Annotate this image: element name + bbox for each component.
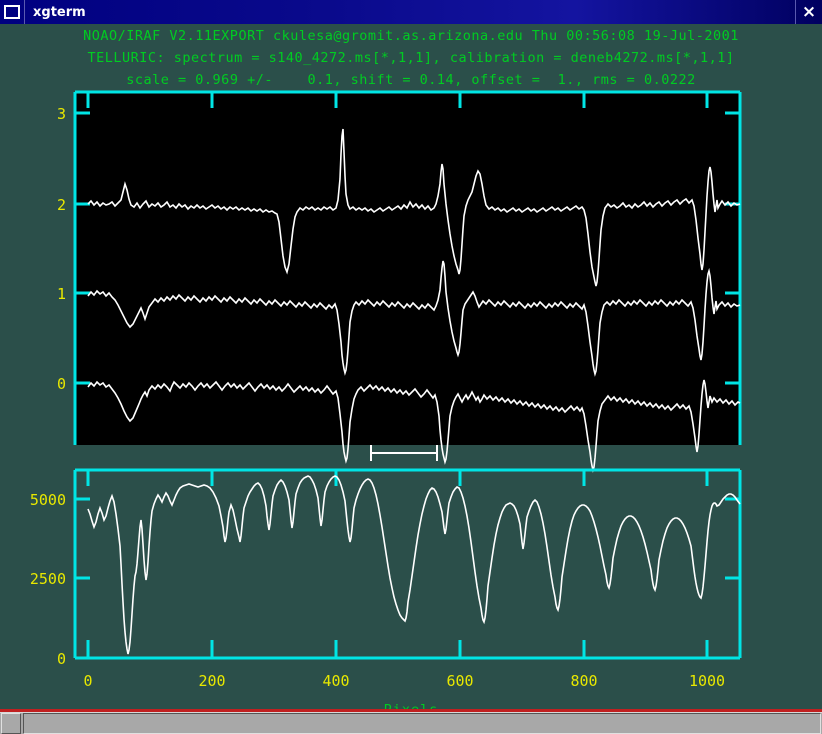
lower-x-ticks (86, 470, 709, 658)
upper-ytick-2: 2 (57, 196, 66, 214)
taskbar-start-button[interactable] (1, 713, 21, 734)
xtick-1000: 1000 (689, 672, 725, 690)
xtick-200: 200 (198, 672, 225, 690)
window-menu-icon[interactable] (0, 0, 25, 24)
xtick-600: 600 (446, 672, 473, 690)
lower-y-tick-labels: 5000 2500 0 (30, 491, 66, 668)
lower-ytick-2500: 2500 (30, 570, 66, 588)
window-title: xgterm (33, 4, 86, 20)
upper-ytick-3: 3 (57, 105, 66, 123)
xgterm-window: xgterm × NOAO/IRAF V2.11EXPORT ckulesa@g… (0, 0, 822, 734)
spectrum-plot-svg[interactable]: 3 2 1 0 5000 2500 0 0 200 400 600 800 10… (0, 24, 822, 709)
xtick-0: 0 (83, 672, 92, 690)
close-icon[interactable]: × (795, 0, 822, 24)
lower-ytick-5000: 5000 (30, 491, 66, 509)
window-titlebar[interactable]: xgterm × (0, 0, 822, 24)
trace-calibration-spectrum (87, 475, 741, 655)
window-menu-glyph (4, 5, 20, 19)
upper-ytick-0: 0 (57, 375, 66, 393)
upper-y-tick-labels: 3 2 1 0 (57, 105, 66, 393)
terminal-content: NOAO/IRAF V2.11EXPORT ckulesa@gromit.as.… (0, 24, 822, 718)
xtick-400: 400 (322, 672, 349, 690)
xtick-800: 800 (570, 672, 597, 690)
lower-ytick-0: 0 (57, 650, 66, 668)
taskbar-tasklist[interactable] (23, 713, 821, 734)
lower-y-ticks (75, 497, 740, 660)
plot-area[interactable]: 3 2 1 0 5000 2500 0 0 200 400 600 800 10… (0, 24, 822, 709)
range-marker-annotation (370, 445, 438, 461)
taskbar[interactable] (0, 712, 822, 734)
upper-ytick-1: 1 (57, 285, 66, 303)
x-tick-labels: 0 200 400 600 800 1000 (83, 672, 725, 690)
